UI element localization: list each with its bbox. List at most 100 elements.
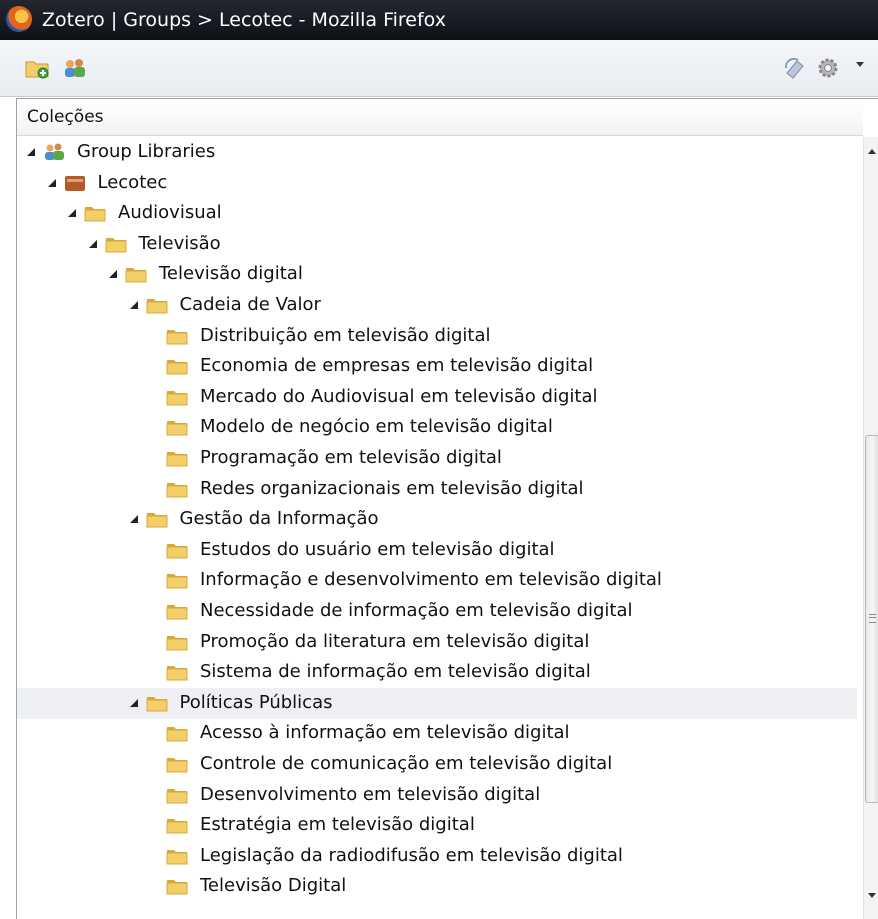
tree-row[interactable]: Estudos do usuário em televisão digital <box>17 535 857 566</box>
folder-icon <box>166 815 188 835</box>
tree-row[interactable]: Modelo de negócio em televisão digital <box>17 412 857 443</box>
tree-row[interactable]: Informação e desenvolvimento em televisã… <box>17 565 857 596</box>
window-title: Zotero | Groups > Lecotec - Mozilla Fire… <box>42 9 446 31</box>
new-collection-icon[interactable] <box>24 56 50 80</box>
window-titlebar: Zotero | Groups > Lecotec - Mozilla Fire… <box>0 0 878 40</box>
folder-icon <box>84 203 106 223</box>
folder-icon <box>166 326 188 346</box>
sync-icon[interactable] <box>782 56 808 80</box>
twisty-open-icon[interactable] <box>27 148 35 156</box>
tree-row-label: Economia de empresas em televisão digita… <box>200 355 594 377</box>
tree-row-label: Gestão da Informação <box>179 508 379 530</box>
folder-icon <box>146 295 168 315</box>
tree-row[interactable]: Desenvolvimento em televisão digital <box>17 780 857 811</box>
column-header-label: Coleções <box>27 107 104 127</box>
tree-row-label: Redes organizacionais em televisão digit… <box>200 477 584 499</box>
tree-row-label: Legislação da radiodifusão em televisão … <box>200 844 623 866</box>
tree-row-label: Televisão <box>138 232 221 254</box>
tree-row-label: Lecotec <box>97 171 168 193</box>
tree-row[interactable]: Televisão <box>17 229 857 260</box>
folder-icon <box>166 417 188 437</box>
tree-row-label: Necessidade de informação em televisão d… <box>200 600 633 621</box>
tree-row[interactable]: Promoção da literatura em televisão digi… <box>17 627 857 658</box>
folder-icon <box>146 509 168 529</box>
twisty-open-icon[interactable] <box>88 239 97 248</box>
folder-icon <box>166 754 188 774</box>
grip-icon <box>869 614 876 623</box>
tree-row-label: Cadeia de Valor <box>179 294 321 315</box>
tree-row-label: Controle de comunicação em televisão dig… <box>200 753 613 774</box>
tree-row[interactable]: Distribuição em televisão digital <box>17 321 857 352</box>
tree-row[interactable]: Gestão da Informação <box>17 504 857 535</box>
folder-icon <box>166 662 188 682</box>
vertical-scrollbar[interactable] <box>863 137 878 919</box>
collections-pane: Coleções Group Libraries Lecotec Audiovisu… <box>16 98 878 919</box>
twisty-open-icon[interactable] <box>129 698 138 707</box>
new-group-icon[interactable] <box>62 56 88 80</box>
folder-icon <box>166 570 188 590</box>
tree-row-label: Mercado do Audiovisual em televisão digi… <box>200 385 598 407</box>
tree-row-label: Group Libraries <box>77 141 216 162</box>
tree-row[interactable]: Group Libraries <box>17 137 857 168</box>
tree-row[interactable]: Lecotec <box>17 168 857 199</box>
tree-row[interactable]: Sistema de informação em televisão digit… <box>17 657 857 688</box>
tree-row[interactable]: Necessidade de informação em televisão d… <box>17 596 857 627</box>
folder-icon <box>166 723 188 743</box>
twisty-open-icon[interactable] <box>109 270 117 279</box>
folder-icon <box>166 601 188 621</box>
folder-icon <box>166 632 188 652</box>
collections-toolbar <box>0 40 878 97</box>
tree-row-label: Estudos do usuário em televisão digital <box>200 538 555 560</box>
folder-icon <box>166 387 188 407</box>
folder-icon <box>166 846 188 866</box>
collection-tree: Group Libraries Lecotec Audiovisual Televis… <box>17 137 857 917</box>
tree-row-label: Televisão Digital <box>200 875 347 897</box>
twisty-open-icon[interactable] <box>129 301 138 309</box>
folder-icon <box>166 540 188 560</box>
folder-icon <box>105 234 127 254</box>
tree-row-label: Programação em televisão digital <box>200 447 502 468</box>
tree-row-label: Modelo de negócio em televisão digital <box>200 416 553 438</box>
folder-icon <box>166 785 188 805</box>
tree-row-label: Desenvolvimento em televisão digital <box>200 783 541 805</box>
twisty-open-icon[interactable] <box>129 515 138 524</box>
twisty-open-icon[interactable] <box>47 178 56 187</box>
tree-row[interactable]: Acesso à informação em televisão digital <box>17 718 857 749</box>
folder-icon <box>146 693 168 713</box>
folder-icon <box>125 264 147 284</box>
folder-icon <box>166 356 188 376</box>
tree-row-label: Televisão digital <box>159 263 303 285</box>
tree-row[interactable]: Controle de comunicação em televisão dig… <box>17 749 857 780</box>
tree-row[interactable]: Estratégia em televisão digital <box>17 810 857 841</box>
tree-row[interactable]: Audiovisual <box>17 198 857 229</box>
scroll-down-icon[interactable] <box>868 893 876 898</box>
twisty-open-icon[interactable] <box>68 209 76 218</box>
library-icon <box>64 173 86 193</box>
tree-row[interactable]: Redes organizacionais em televisão digit… <box>17 474 857 505</box>
tree-row-label: Acesso à informação em televisão digital <box>200 722 570 744</box>
tree-row-label: Informação e desenvolvimento em televisã… <box>200 569 662 591</box>
tree-row[interactable]: Televisão Digital <box>17 871 857 902</box>
tree-row-label: Distribuição em televisão digital <box>200 324 491 346</box>
group-icon <box>43 142 65 162</box>
tree-row-label: Promoção da literatura em televisão digi… <box>200 630 590 652</box>
tree-row[interactable]: Políticas Públicas <box>17 687 857 719</box>
folder-icon <box>166 479 188 499</box>
tree-row[interactable]: Cadeia de Valor <box>17 290 857 321</box>
folder-icon <box>166 448 188 468</box>
tree-row[interactable]: Televisão digital <box>17 259 857 290</box>
scrollbar-thumb[interactable] <box>865 435 878 803</box>
tree-row[interactable]: Mercado do Audiovisual em televisão digi… <box>17 382 857 413</box>
tree-row-label: Políticas Públicas <box>179 691 333 713</box>
folder-icon <box>166 876 188 896</box>
gear-icon[interactable] <box>815 56 841 80</box>
tree-row[interactable]: Programação em televisão digital <box>17 443 857 474</box>
tree-row[interactable]: Economia de empresas em televisão digita… <box>17 351 857 382</box>
scroll-up-icon[interactable] <box>868 149 876 154</box>
dropdown-arrow-icon[interactable] <box>856 62 864 67</box>
tree-row-label: Estratégia em televisão digital <box>200 814 475 836</box>
column-header[interactable]: Coleções <box>17 99 863 136</box>
tree-row[interactable]: Legislação da radiodifusão em televisão … <box>17 841 857 872</box>
tree-row-label: Sistema de informação em televisão digit… <box>200 661 591 683</box>
firefox-icon <box>6 6 32 32</box>
